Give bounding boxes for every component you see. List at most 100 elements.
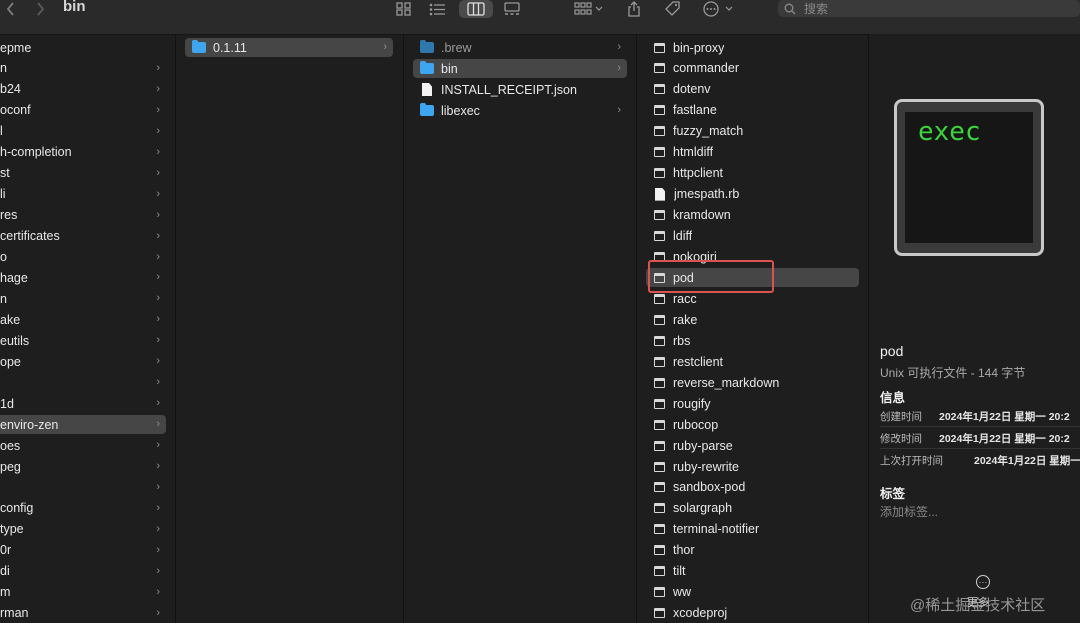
executable-icon xyxy=(654,84,665,95)
folder-row[interactable]: eutils › xyxy=(0,331,166,350)
folder-row[interactable]: n › xyxy=(0,59,166,78)
group-button[interactable] xyxy=(570,0,608,18)
folder-row[interactable]: enviro-zen › xyxy=(0,415,166,435)
folder-row[interactable]: 0.1.11 › xyxy=(185,38,393,57)
folder-row[interactable]: certificates › xyxy=(0,227,166,246)
tags-input[interactable]: 添加标签... xyxy=(880,503,938,520)
folder-row[interactable]: ope › xyxy=(0,352,166,371)
view-gallery-button[interactable] xyxy=(500,0,524,18)
folder-row[interactable]: 1d › xyxy=(0,394,166,413)
executable-icon xyxy=(654,545,665,556)
file-row[interactable]: fastlane xyxy=(646,101,859,120)
file-row[interactable]: htmldiff xyxy=(646,143,859,162)
item-label: ruby-parse xyxy=(673,438,733,453)
file-row[interactable]: commander xyxy=(646,59,859,78)
item-label: reverse_markdown xyxy=(673,375,780,390)
item-label: nokogiri xyxy=(673,250,717,264)
folder-row[interactable]: di › xyxy=(0,562,166,581)
folder-row[interactable]: o › xyxy=(0,248,166,267)
file-row[interactable]: fuzzy_match xyxy=(646,122,859,141)
preview-file-kind: Unix 可执行文件 - 144 字节 xyxy=(880,366,1026,380)
file-row[interactable]: kramdown xyxy=(646,206,859,225)
file-row[interactable]: bin › xyxy=(413,59,627,78)
search-input[interactable] xyxy=(802,0,1046,17)
file-row[interactable]: httpclient xyxy=(646,164,859,183)
file-row[interactable]: ruby-rewrite xyxy=(646,457,859,476)
file-row[interactable]: INSTALL_RECEIPT.json xyxy=(413,80,627,99)
folder-row[interactable]: li › xyxy=(0,185,166,204)
folder-row[interactable]: rman › xyxy=(0,604,166,623)
folder-row[interactable]: type › xyxy=(0,520,166,539)
folder-row[interactable]: st › xyxy=(0,164,166,183)
folder-row[interactable]: m › xyxy=(0,583,166,602)
chevron-right-icon: › xyxy=(156,229,160,242)
item-label: INSTALL_RECEIPT.json xyxy=(441,82,577,97)
file-row[interactable]: rake xyxy=(646,310,859,329)
file-row[interactable]: pod xyxy=(646,268,859,288)
column-versions[interactable]: 0.1.11 › xyxy=(176,34,404,623)
folder-row[interactable]: b24 › xyxy=(0,80,166,99)
folder-row[interactable]: › xyxy=(0,478,166,497)
file-row[interactable]: jmespath.rb xyxy=(646,185,859,204)
folder-row[interactable]: › xyxy=(0,373,166,392)
chevron-right-icon: › xyxy=(156,460,160,472)
chevron-right-icon: › xyxy=(156,439,160,452)
columns-view-icon xyxy=(467,2,485,16)
file-row[interactable]: thor xyxy=(646,541,859,560)
folder-row[interactable]: res › xyxy=(0,206,166,225)
list-view-icon xyxy=(429,3,445,15)
file-row[interactable]: terminal-notifier xyxy=(646,520,859,539)
column-parent-folders[interactable]: epme n › b24 › oconf › l › h-completion › st › li › res… xyxy=(0,34,176,623)
file-row[interactable]: rougify xyxy=(646,394,859,413)
document-icon xyxy=(655,187,665,201)
share-icon xyxy=(628,1,640,17)
folder-row[interactable]: epme xyxy=(0,38,166,57)
view-list-button[interactable] xyxy=(425,0,449,18)
file-row[interactable]: racc xyxy=(646,289,859,308)
item-label: terminal-notifier xyxy=(673,522,760,537)
file-row[interactable]: reverse_markdown xyxy=(646,373,859,392)
folder-row[interactable]: n › xyxy=(0,289,166,308)
folder-row[interactable]: l › xyxy=(0,122,166,141)
file-row[interactable]: dotenv xyxy=(646,80,859,99)
view-icons-button[interactable] xyxy=(393,0,415,18)
item-label: tilt xyxy=(673,564,686,579)
folder-row[interactable]: ake › xyxy=(0,310,166,329)
file-row[interactable]: tilt xyxy=(646,562,859,581)
chevron-right-icon: › xyxy=(156,564,160,577)
folder-row[interactable]: peg › xyxy=(0,457,166,476)
column-bin-files[interactable]: bin-proxy commander dotenv fastlane fuzzy_ma… xyxy=(637,34,869,623)
file-row[interactable]: solargraph xyxy=(646,499,859,518)
item-label: htmldiff xyxy=(673,145,714,160)
file-row[interactable]: xcodeproj xyxy=(646,604,859,623)
file-row[interactable]: bin-proxy xyxy=(646,38,859,57)
file-row[interactable]: ww xyxy=(646,583,859,602)
folder-row[interactable]: oes › xyxy=(0,436,166,455)
executable-icon xyxy=(654,566,665,577)
action-menu-button[interactable] xyxy=(700,0,738,18)
forward-button[interactable] xyxy=(32,0,48,18)
file-row[interactable]: restclient xyxy=(646,352,859,371)
folder-row[interactable]: config › xyxy=(0,499,166,518)
file-row[interactable]: rubocop xyxy=(646,415,859,434)
file-row[interactable]: libexec › xyxy=(413,101,627,120)
file-row[interactable]: ruby-parse xyxy=(646,436,859,455)
tag-button[interactable] xyxy=(661,0,683,18)
more-icon[interactable]: ··· xyxy=(976,575,990,589)
search-field[interactable] xyxy=(778,0,1080,17)
back-button[interactable] xyxy=(2,0,18,18)
folder-row[interactable]: 0r › xyxy=(0,541,166,560)
folder-row[interactable]: oconf › xyxy=(0,101,166,120)
file-row[interactable]: nokogiri xyxy=(646,248,859,267)
item-label: xcodeproj xyxy=(673,606,728,621)
file-row[interactable]: ldiff xyxy=(646,227,859,246)
folder-row[interactable]: h-completion › xyxy=(0,143,166,162)
tag-icon xyxy=(664,1,680,16)
file-row[interactable]: rbs xyxy=(646,331,859,350)
file-row[interactable]: .brew › xyxy=(413,38,627,57)
folder-row[interactable]: hage › xyxy=(0,268,166,287)
view-columns-button[interactable] xyxy=(459,0,493,18)
column-package-contents[interactable]: .brew › bin › INSTALL_RECEIPT.json libexec › xyxy=(404,34,637,623)
share-button[interactable] xyxy=(624,0,644,18)
file-row[interactable]: sandbox-pod xyxy=(646,478,859,497)
